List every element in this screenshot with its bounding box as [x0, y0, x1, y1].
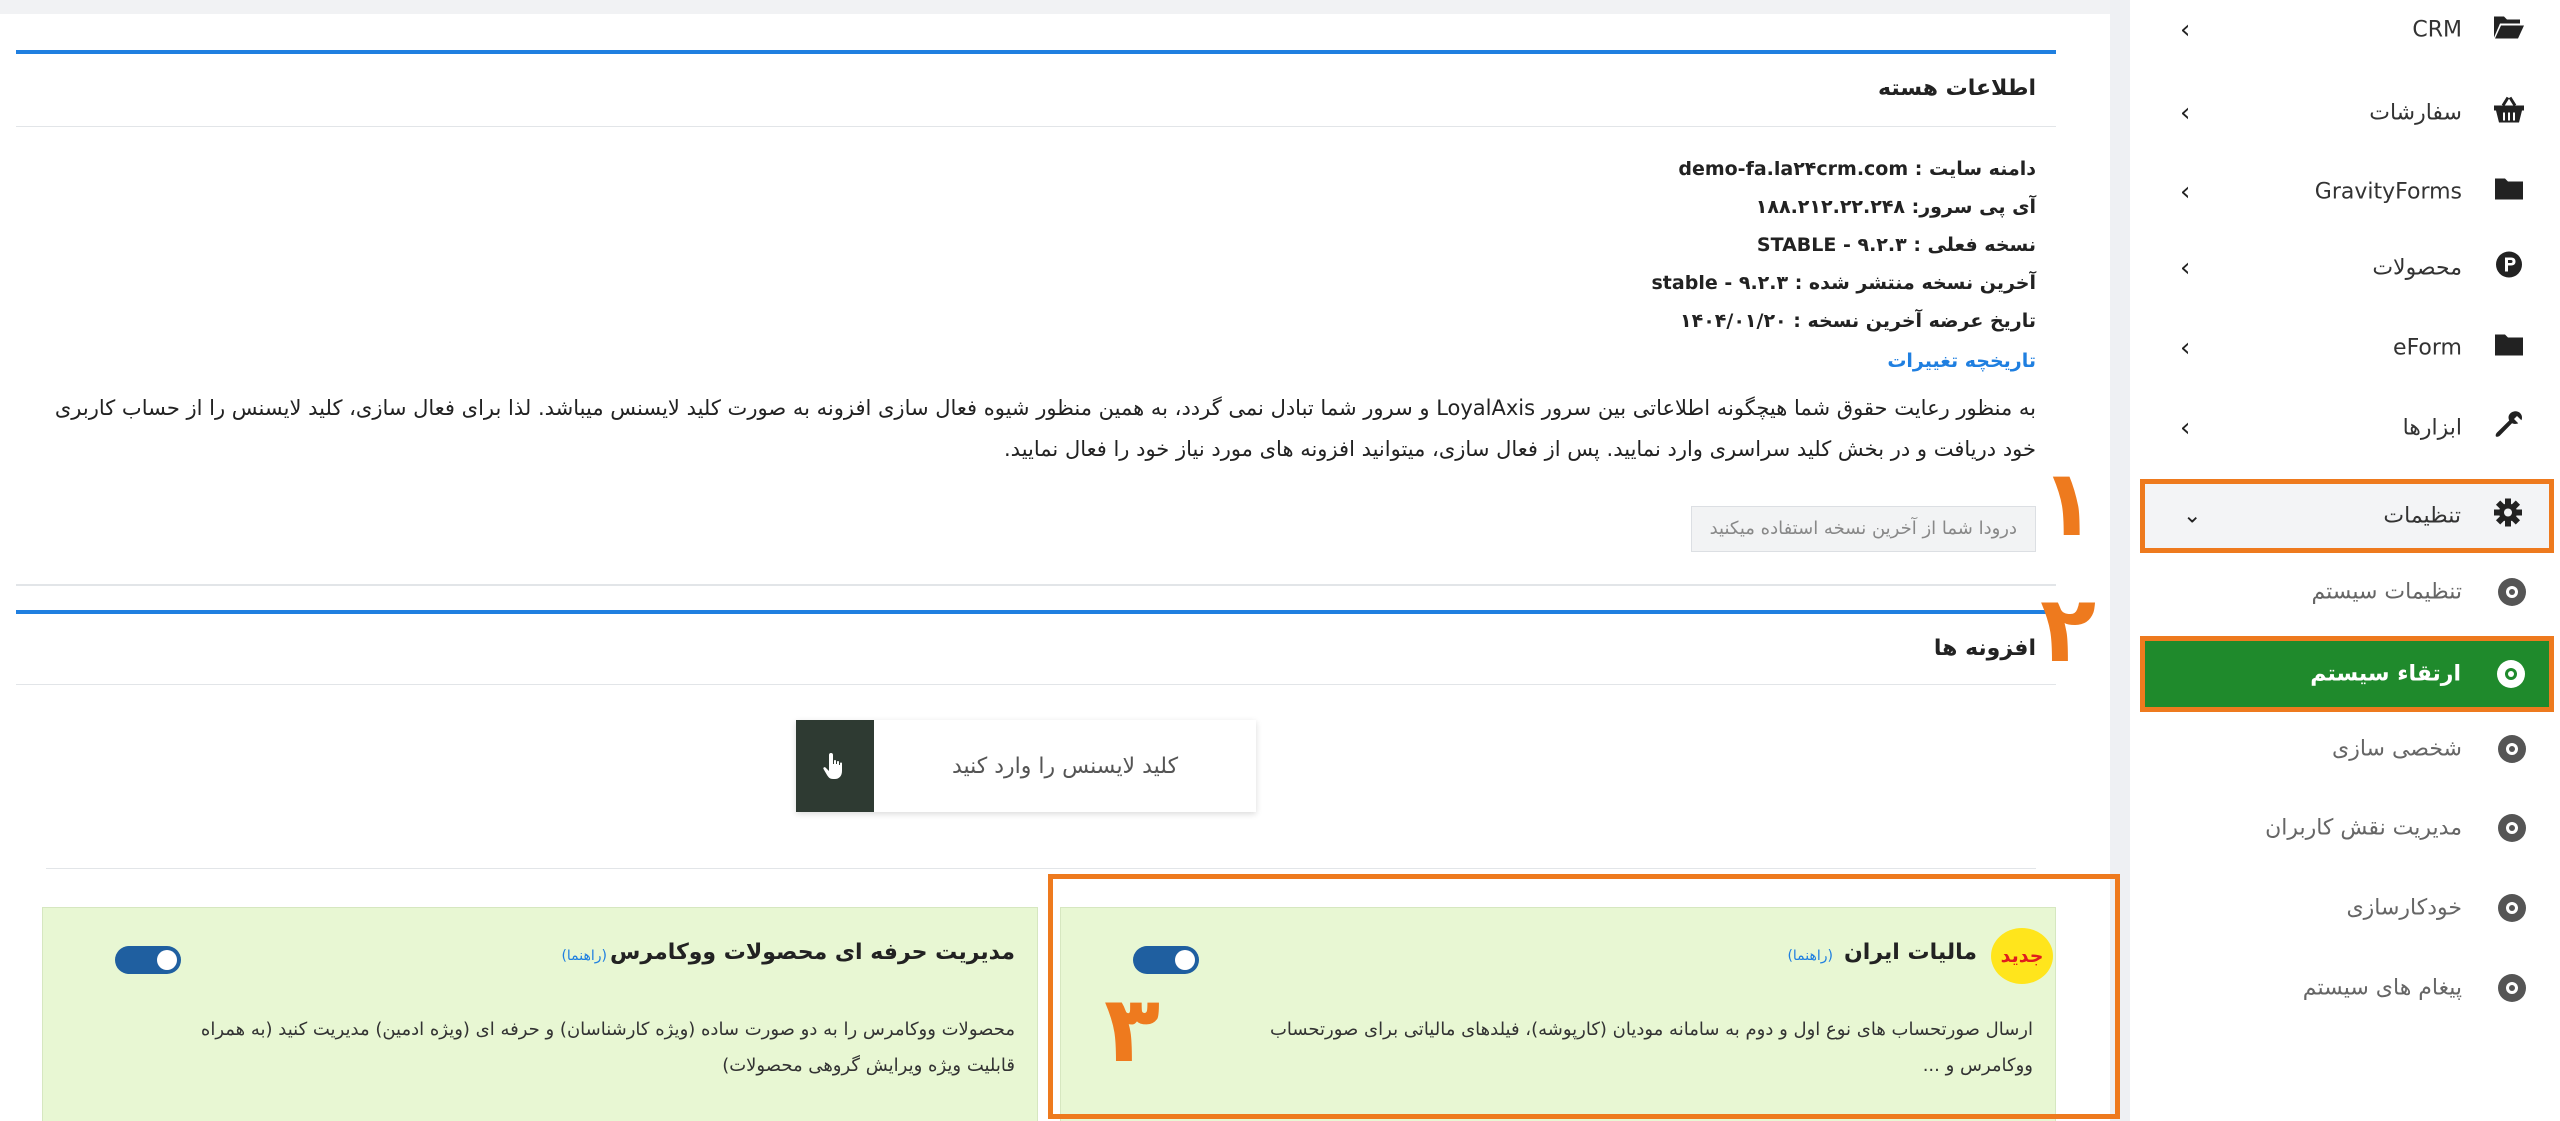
chevron-down-icon: ⌄ [2183, 503, 2202, 529]
circle-dot-icon [2498, 578, 2526, 606]
addon-card-woocommerce-products: مدیریت حرفه ای محصولات ووکامرس (راهنما) … [42, 907, 1038, 1121]
license-key-box [796, 720, 1256, 812]
sidebar-subitem-personalization[interactable]: شخصی سازی [2130, 713, 2560, 785]
sidebar-subitem-label: تنظیمات سیستم [2311, 579, 2462, 605]
sidebar-item-label: تنظیمات [2383, 503, 2461, 529]
sidebar-item-gravityforms[interactable]: GravityForms ‹ [2130, 156, 2560, 228]
addon-description: محصولات ووکامرس را به دو صورت ساده (ویژه… [200, 1019, 1015, 1076]
sidebar-subitem-user-roles[interactable]: مدیریت نقش کاربران [2130, 792, 2560, 864]
hand-pointer-icon [823, 753, 842, 779]
circle-dot-icon [2498, 974, 2526, 1002]
annotation-number-2: ۲ [2040, 576, 2097, 683]
circle-dot-icon [2497, 660, 2525, 688]
sidebar-item-label: GravityForms [2314, 179, 2462, 205]
chevron-left-icon: ‹ [2180, 253, 2191, 283]
changelog-link[interactable]: تاریخچه تغییرات [1887, 350, 2036, 372]
license-description: به منظور رعایت حقوق شما هیچگونه اطلاعاتی… [54, 396, 2036, 461]
folder-open-icon [2492, 14, 2526, 47]
addon-toggle[interactable] [115, 946, 181, 974]
sidebar-subitem-label: پیغام های سیستم [2302, 975, 2462, 1001]
current-version: نسخه فعلی : ۹.۲.۳ - STABLE [1756, 234, 2036, 256]
basket-icon [2492, 96, 2526, 131]
folder-icon [2492, 177, 2526, 208]
sidebar-item-label: CRM [2412, 17, 2462, 43]
sidebar: CRM ‹ سفارشات ‹ GravityForms ‹ محصولات ‹ [2130, 0, 2560, 1121]
sidebar-item-settings[interactable]: تنظیمات ⌄ [2140, 479, 2554, 553]
sidebar-subitem-label: خودکارسازی [2346, 895, 2462, 921]
divider [16, 584, 2056, 586]
top-strip [0, 0, 2110, 14]
core-info-title: اطلاعات هسته [1878, 76, 2036, 101]
sidebar-item-tools[interactable]: ابزارها ‹ [2130, 392, 2560, 464]
sidebar-item-label: ابزارها [2402, 415, 2462, 441]
divider [16, 126, 2056, 127]
sidebar-subitem-label: مدیریت نقش کاربران [2265, 815, 2462, 841]
sidebar-item-products[interactable]: محصولات ‹ [2130, 232, 2560, 304]
license-submit-button[interactable] [796, 720, 874, 812]
chevron-left-icon: ‹ [2180, 333, 2191, 363]
sidebar-subitem-label: شخصی سازی [2331, 736, 2462, 762]
addon-name: مدیریت حرفه ای محصولات ووکامرس [610, 940, 1015, 965]
latest-version: آخرین نسخه منتشر شده : ۹.۲.۳ - stable [1651, 272, 2037, 294]
sidebar-subitem-system-messages[interactable]: پیغام های سیستم [2130, 952, 2560, 1024]
divider [16, 684, 2056, 685]
annotation-box-3 [1048, 874, 2120, 1119]
sidebar-subitem-system-upgrade[interactable]: ارتقاء سیستم [2140, 636, 2554, 712]
sidebar-item-label: eForm [2393, 335, 2462, 361]
page: اطلاعات هسته دامنه سایت : demo-fa.la۲۴cr… [0, 0, 2560, 1121]
folder-icon [2492, 333, 2526, 364]
latest-release-date: تاریخ عرضه آخرین نسخه : ۱۴۰۴/۰۱/۲۰ [1680, 310, 2036, 332]
sidebar-subitem-automation[interactable]: خودکارسازی [2130, 872, 2560, 944]
sidebar-item-eform[interactable]: eForm ‹ [2130, 312, 2560, 384]
site-domain: دامنه سایت : demo-fa.la۲۴crm.com [1678, 158, 2036, 180]
sidebar-item-label: محصولات [2372, 255, 2462, 281]
core-info-card: اطلاعات هسته دامنه سایت : demo-fa.la۲۴cr… [16, 50, 2056, 586]
chevron-left-icon: ‹ [2180, 98, 2191, 128]
circle-dot-icon [2498, 735, 2526, 763]
wrench-icon [2492, 410, 2526, 447]
chevron-left-icon: ‹ [2180, 177, 2191, 207]
divider [46, 868, 2036, 869]
chevron-left-icon: ‹ [2180, 15, 2191, 45]
addons-title: افزونه ها [1933, 636, 2036, 661]
gear-icon [2491, 498, 2525, 534]
toggle-knob [157, 950, 177, 970]
circle-dot-icon [2498, 894, 2526, 922]
annotation-number-1: ۱ [2040, 450, 2097, 557]
server-ip: آی پی سرور: ۱۸۸.۲۱۲.۲۲.۲۴۸ [1755, 196, 2036, 218]
chevron-left-icon: ‹ [2180, 413, 2191, 443]
license-key-input[interactable] [874, 720, 1256, 812]
sidebar-item-crm[interactable]: CRM ‹ [2130, 0, 2560, 66]
sidebar-subitem-label: ارتقاء سیستم [2310, 661, 2461, 687]
latest-version-badge: درودا شما از آخرین نسخه استفاده میکنید [1690, 506, 2036, 552]
sidebar-subitem-system-settings[interactable]: تنظیمات سیستم [2130, 556, 2560, 628]
product-p-icon [2492, 251, 2526, 286]
circle-dot-icon [2498, 814, 2526, 842]
addon-guide-link[interactable]: (راهنما) [561, 948, 607, 964]
sidebar-item-orders[interactable]: سفارشات ‹ [2130, 77, 2560, 149]
sidebar-item-label: سفارشات [2369, 100, 2462, 126]
